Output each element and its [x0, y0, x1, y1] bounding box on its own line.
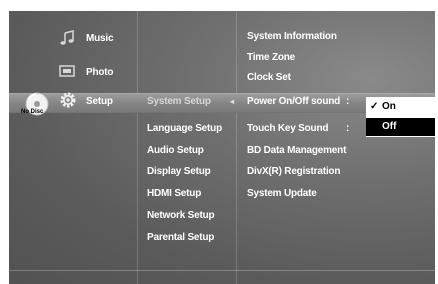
system-item-touch-key-sound[interactable]: Touch Key Sound	[247, 123, 328, 135]
bd-player-setup-screen: No Disc Music Photo Setup System Setup ◂…	[9, 11, 435, 284]
check-icon: ✓	[370, 101, 379, 112]
setup-item-network[interactable]: Network Setup	[147, 210, 215, 222]
menu-item-setup[interactable]: Setup	[86, 96, 113, 108]
option-popup: ✓ On Off	[366, 97, 435, 137]
value-separator: :	[346, 96, 350, 107]
option-off-label: Off	[382, 121, 397, 132]
column-divider	[137, 11, 138, 284]
system-item-information[interactable]: System Information	[247, 31, 337, 43]
menu-item-music[interactable]: Music	[86, 33, 114, 45]
setup-item-display[interactable]: Display Setup	[147, 166, 211, 178]
system-item-divx[interactable]: DivX(R) Registration	[247, 166, 340, 178]
system-item-power-sound[interactable]: Power On/Off sound	[247, 96, 340, 108]
photo-icon	[59, 65, 75, 77]
system-item-bd-data[interactable]: BD Data Management	[247, 145, 346, 157]
disc-status-label: No Disc	[21, 109, 44, 115]
setup-item-system-setup[interactable]: System Setup	[147, 96, 211, 108]
setup-item-parental[interactable]: Parental Setup	[147, 232, 214, 244]
system-item-clock-set[interactable]: Clock Set	[247, 72, 291, 84]
submenu-arrow-icon: ◂	[230, 97, 235, 106]
system-item-time-zone[interactable]: Time Zone	[247, 52, 295, 64]
value-separator: :	[346, 123, 350, 134]
option-on[interactable]: ✓ On	[366, 98, 435, 116]
column-divider	[236, 11, 237, 284]
setup-item-language[interactable]: Language Setup	[147, 123, 222, 135]
option-off[interactable]: Off	[366, 118, 435, 136]
bottom-rule	[9, 270, 435, 271]
gear-icon	[60, 92, 76, 108]
option-on-label: On	[382, 101, 396, 112]
setup-item-audio[interactable]: Audio Setup	[147, 145, 204, 157]
setup-item-hdmi[interactable]: HDMI Setup	[147, 188, 201, 200]
music-note-icon	[60, 30, 74, 45]
system-item-update[interactable]: System Update	[247, 188, 317, 200]
menu-item-photo[interactable]: Photo	[86, 67, 114, 79]
